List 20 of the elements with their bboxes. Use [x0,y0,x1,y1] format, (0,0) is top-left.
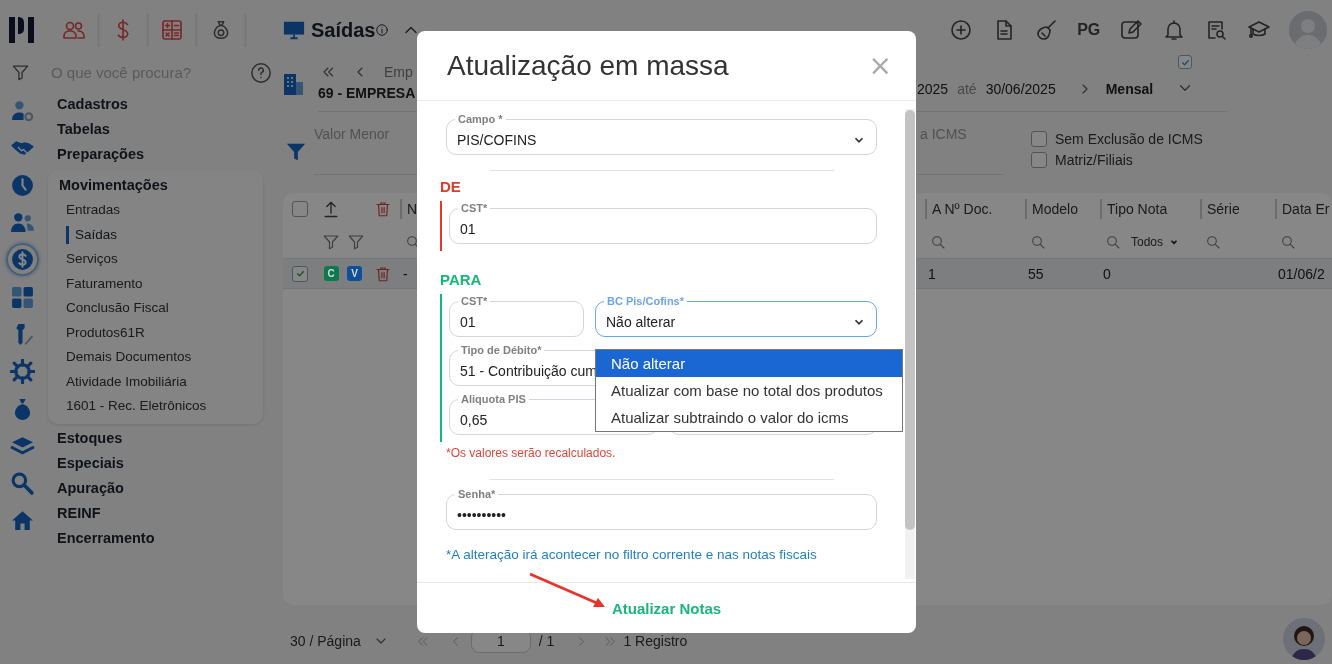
page-title: Saídas [311,18,376,42]
warning-note: *Os valores serão recalculados. [445,446,617,460]
record-count: 1 Registro [623,633,688,649]
checkbox-label: Matriz/Filiais [1055,152,1133,168]
status-badge: C [323,266,339,281]
table-cell: 01/06/2 [1278,265,1325,282]
section-heading: DE [440,178,461,195]
table-cell: 1 [928,265,936,282]
company-nav-label: Emp [384,64,413,80]
section-heading: PARA [440,271,482,288]
page-total: / 1 [538,633,555,649]
table-cell: 55 [1028,265,1044,282]
status-badge: V [347,266,362,281]
period-separator: até [957,81,977,97]
checkbox-label: Sem Exclusão de ICMS [1055,131,1203,147]
dialog-title: Atualização em massa [447,49,729,82]
info-note: *A alteração irá acontecer no filtro corrente e nas notas fiscais [445,547,818,562]
table-cell: 0 [1103,265,1111,282]
table-cell: - [403,265,408,282]
company-name: 69 - EMPRESA [318,85,417,101]
